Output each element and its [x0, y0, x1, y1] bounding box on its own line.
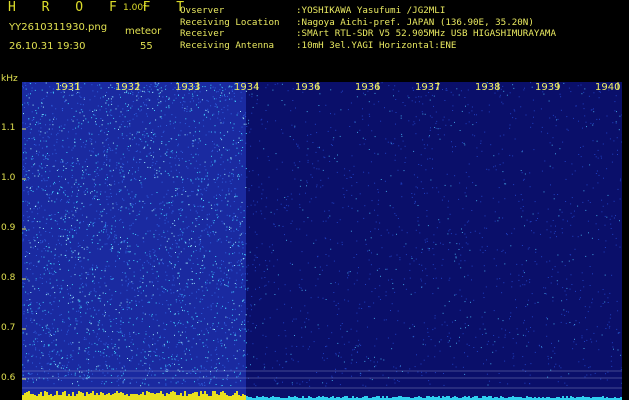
x-tick-label: 1936 — [295, 82, 321, 93]
x-tick-label: 1933 — [175, 82, 201, 93]
y-tick-label: 0.8 — [1, 273, 16, 283]
info-key: Ovserver — [180, 5, 225, 16]
y-tick-label: 0.7 — [1, 323, 16, 333]
info-observer: Ovserver :YOSHIKAWA Yasufumi /JG2MLI — [180, 5, 556, 17]
info-value: :Nagoya Aichi-pref. JAPAN (136.90E, 35.2… — [296, 16, 534, 28]
app-version: 1.00f — [123, 3, 147, 13]
date-time: 26.10.31 19:30 — [9, 41, 86, 52]
x-tick-label: 1937 — [415, 82, 441, 93]
info-receiver: Receiver :SMArt RTL-SDR V5 52.905MHz USB… — [180, 28, 556, 40]
y-axis-unit: kHz — [1, 74, 18, 84]
info-location: Receiving Location :Nagoya Aichi-pref. J… — [180, 17, 556, 29]
x-tick-label: 1940 — [595, 82, 621, 93]
app-title: H R O F F T — [8, 0, 194, 15]
info-key: Receiving Antenna — [180, 39, 275, 51]
x-tick-label: 1938 — [475, 82, 501, 93]
x-tick-label: 1932 — [115, 82, 141, 93]
spectrogram-canvas — [22, 82, 622, 400]
y-tick-label: 1.0 — [1, 173, 16, 183]
active-region — [22, 82, 246, 400]
info-antenna: Receiving Antenna :10mH 3el.YAGI Horizon… — [180, 40, 556, 52]
info-value: :10mH 3el.YAGI Horizontal:ENE — [296, 39, 457, 51]
quiet-region — [246, 82, 622, 400]
x-tick-label: 1931 — [55, 82, 81, 93]
info-key: Receiver — [180, 28, 225, 39]
info-key: Receiving Location — [180, 16, 280, 28]
y-tick-label: 1.1 — [1, 123, 16, 133]
info-value: :SMArt RTL-SDR V5 52.905MHz USB HIGASHIM… — [296, 28, 556, 39]
x-tick-label: 1939 — [535, 82, 561, 93]
y-tick-label: 0.9 — [1, 223, 16, 233]
spectrogram — [22, 82, 622, 400]
x-tick-label: 1934 — [234, 82, 260, 93]
y-tick-label: 0.6 — [1, 373, 16, 383]
header-panel: H R O F F T 1.00f YY2610311930.png 26.10… — [0, 0, 629, 82]
station-info: Ovserver :YOSHIKAWA Yasufumi /JG2MLI Rec… — [180, 5, 556, 51]
meteor-count: 55 — [140, 41, 153, 52]
x-tick-label: 1936 — [355, 82, 381, 93]
info-value: :YOSHIKAWA Yasufumi /JG2MLI — [296, 5, 446, 16]
detection-mode: meteor — [125, 26, 162, 37]
file-name: YY2610311930.png — [9, 22, 108, 33]
